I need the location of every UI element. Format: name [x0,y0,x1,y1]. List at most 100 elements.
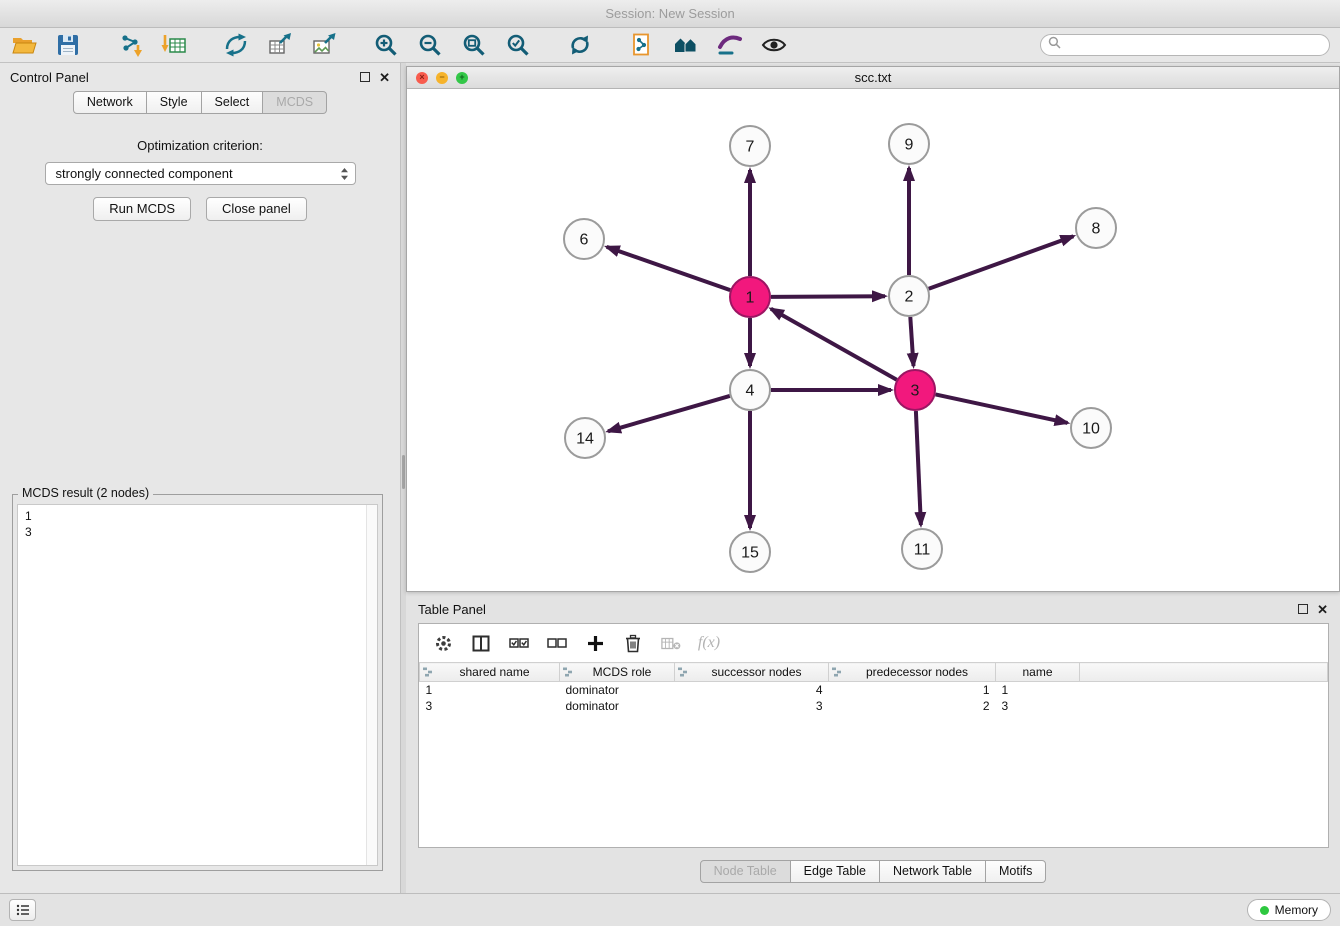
delete-table-icon[interactable] [661,633,681,653]
table-settings-gear-icon[interactable] [433,633,453,653]
column-header-shared-name[interactable]: shared name [420,663,560,682]
task-history-button[interactable] [9,899,36,921]
save-session-icon[interactable] [54,31,82,59]
svg-text:9: 9 [905,137,914,154]
global-search[interactable] [1040,34,1330,56]
mcds-result-item[interactable]: 3 [25,524,377,540]
search-input[interactable] [1066,38,1329,52]
mcds-result-list[interactable]: 1 3 [17,504,378,866]
sort-icon [678,667,688,677]
graph-node-10[interactable]: 10 [1071,408,1111,448]
result-scrollbar[interactable] [366,505,377,865]
control-panel-title: Control Panel [10,70,89,85]
network-document-icon[interactable] [628,31,656,59]
column-header-name[interactable]: name [996,663,1080,682]
graph-node-2[interactable]: 2 [889,276,929,316]
window-close-icon[interactable]: × [416,72,428,84]
status-bar: Memory [0,893,1340,926]
svg-text:4: 4 [746,383,755,400]
memory-indicator-dot [1260,906,1269,915]
select-all-icon[interactable] [509,633,529,653]
graph-node-14[interactable]: 14 [565,418,605,458]
graph-node-3[interactable]: 3 [895,370,935,410]
style-brush-icon[interactable] [716,31,744,59]
table-row[interactable]: 1 dominator 4 1 1 [420,682,1328,698]
table-panel-header: Table Panel ✕ [406,595,1340,623]
sort-icon [563,667,573,677]
graph-node-11[interactable]: 11 [902,529,942,569]
graph-node-15[interactable]: 15 [730,532,770,572]
tab-motifs[interactable]: Motifs [986,860,1046,883]
table-header-row: shared name MCDS role successor nodes pr… [420,663,1328,682]
tab-edge-table[interactable]: Edge Table [791,860,880,883]
network-graph[interactable]: 7 9 6 8 1 2 4 3 14 10 15 11 [407,89,1339,591]
column-header-successor-nodes[interactable]: successor nodes [675,663,829,682]
graph-edge-3-10[interactable] [936,394,1068,423]
close-panel-button[interactable]: Close panel [206,197,307,221]
float-table-panel-icon[interactable] [1298,604,1308,614]
graph-node-4[interactable]: 4 [730,370,770,410]
dropdown-stepper-icon [340,167,349,184]
refresh-layout-icon[interactable] [566,31,594,59]
graph-edge-1-6[interactable] [607,247,731,290]
network-window-titlebar[interactable]: × − + scc.txt [407,67,1339,89]
svg-text:14: 14 [576,431,594,448]
criterion-dropdown[interactable]: strongly connected component [45,162,356,185]
show-columns-icon[interactable] [471,633,491,653]
column-header-mcds-role[interactable]: MCDS role [560,663,675,682]
graph-node-9[interactable]: 9 [889,124,929,164]
graph-edge-4-14[interactable] [608,396,730,431]
tab-style[interactable]: Style [147,91,202,114]
graph-node-7[interactable]: 7 [730,126,770,166]
tab-mcds[interactable]: MCDS [263,91,327,114]
graph-edge-1-2[interactable] [771,296,885,297]
optimization-criterion-label: Optimization criterion: [0,138,400,153]
add-column-icon[interactable] [585,633,605,653]
import-network-icon[interactable] [116,31,144,59]
app-title-bar: Session: New Session [0,0,1340,28]
import-table-icon[interactable] [160,31,188,59]
export-network-icon[interactable] [222,31,250,59]
network-canvas[interactable]: 7 9 6 8 1 2 4 3 14 10 15 11 [407,89,1339,591]
export-table-icon[interactable] [266,31,294,59]
float-panel-icon[interactable] [360,72,370,82]
network-window: × − + scc.txt 7 9 6 8 1 2 4 3 14 10 15 11 [406,66,1340,592]
tab-network-table[interactable]: Network Table [880,860,986,883]
table-row[interactable]: 3 dominator 3 2 3 [420,698,1328,714]
close-table-panel-icon[interactable]: ✕ [1317,603,1328,616]
tab-node-table[interactable]: Node Table [700,860,791,883]
column-header-predecessor-nodes[interactable]: predecessor nodes [829,663,996,682]
graph-edge-2-8[interactable] [929,236,1074,289]
mcds-result-item[interactable]: 1 [25,508,377,524]
export-image-icon[interactable] [310,31,338,59]
graph-edge-3-1[interactable] [771,309,897,380]
graph-node-6[interactable]: 6 [564,219,604,259]
graph-node-1[interactable]: 1 [730,277,770,317]
function-builder-icon[interactable]: f(x) [699,633,719,653]
deselect-all-icon[interactable] [547,633,567,653]
svg-text:11: 11 [914,542,931,559]
tab-network[interactable]: Network [73,91,147,114]
run-mcds-button[interactable]: Run MCDS [93,197,191,221]
close-panel-icon[interactable]: ✕ [379,71,390,84]
zoom-selected-icon[interactable] [504,31,532,59]
graph-edge-2-3[interactable] [910,317,913,366]
table-panel: Table Panel ✕ [406,595,1340,885]
first-neighbors-icon[interactable] [672,31,700,59]
toolbar-separator [98,45,116,46]
zoom-out-icon[interactable] [416,31,444,59]
memory-button[interactable]: Memory [1247,899,1331,921]
window-minimize-icon[interactable]: − [436,72,448,84]
node-table-container: f(x) shared name MCDS role successor nod… [418,623,1329,848]
zoom-in-icon[interactable] [372,31,400,59]
tab-select[interactable]: Select [202,91,264,114]
graph-edge-3-11[interactable] [916,411,921,525]
delete-column-trash-icon[interactable] [623,633,643,653]
zoom-fit-icon[interactable] [460,31,488,59]
show-hide-eye-icon[interactable] [760,31,788,59]
open-session-icon[interactable] [10,31,38,59]
window-maximize-icon[interactable]: + [456,72,468,84]
divider-scroll-thumb[interactable] [402,455,405,489]
svg-text:2: 2 [905,289,914,306]
graph-node-8[interactable]: 8 [1076,208,1116,248]
